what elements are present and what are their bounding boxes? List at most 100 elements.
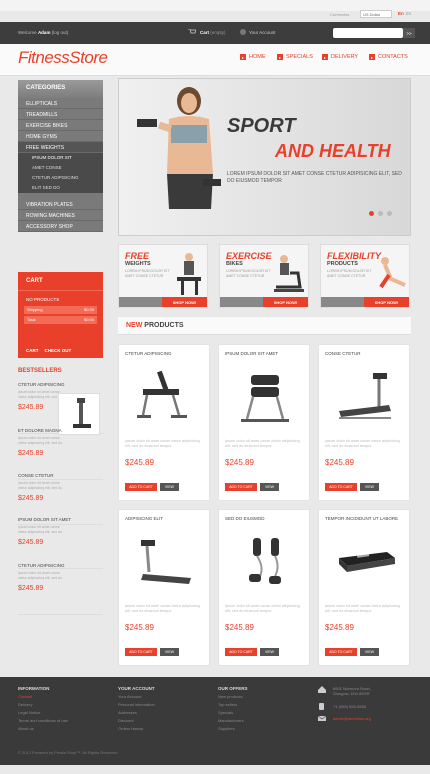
user-icon <box>240 29 246 35</box>
promo-free-weights[interactable]: FREE WEIGHTS LOREM IPSUM DOLOR SIT AMET … <box>118 244 208 308</box>
product-card[interactable]: SED DO EIUSMOD Ipsum dolor sit amet cons… <box>218 509 310 666</box>
shop-now-button[interactable]: SHOP NOW! <box>364 297 409 307</box>
product-price: $245.89 <box>125 458 154 467</box>
category-item[interactable]: VIBRATION PLATES <box>18 199 103 210</box>
add-to-cart-button[interactable]: ADD TO CART <box>125 483 157 491</box>
hero-banner[interactable]: SPORT AND HEALTH LOREM IPSUM DOLOR SIT A… <box>118 78 411 236</box>
product-name[interactable]: TEMPOR INCIDIDUNT UT LABORE <box>325 516 398 521</box>
promo-flexibility[interactable]: FLEXIBILITY PRODUCTS LOREM IPSUM DOLOR S… <box>320 244 410 308</box>
footer-link[interactable]: About us <box>18 726 68 731</box>
product-image-hand-grips[interactable] <box>229 528 301 593</box>
product-card[interactable]: IPSUM DOLOR SIT AMET Ipsum dolor sit ame… <box>218 344 310 501</box>
menu-contacts[interactable]: ▸ CONTACTS <box>369 52 408 62</box>
footer-link[interactable]: Discount <box>118 718 155 723</box>
footer-link[interactable]: Manufacturers <box>218 718 248 723</box>
product-card[interactable]: TEMPOR INCIDIDUNT UT LABORE Ipsum dolor … <box>318 509 410 666</box>
arrow-icon: ▸ <box>322 54 328 60</box>
shop-now-button[interactable]: SHOP NOW! <box>263 297 308 307</box>
pager-dot[interactable] <box>378 211 383 216</box>
promo-image <box>379 257 406 289</box>
hero-text: LOREM IPSUM DOLOR SIT AMET CONSE CTETUR … <box>227 171 402 184</box>
footer-link[interactable]: Legal Notice <box>18 710 68 715</box>
currency-select[interactable]: US Dollar <box>360 10 392 18</box>
subcategory-item[interactable]: AMET CONSE <box>18 163 103 173</box>
your-account-link[interactable]: Your Account <box>249 30 275 35</box>
menu-specials[interactable]: ▸ SPECIALS <box>277 52 313 62</box>
subcategory-list: IPSUM DOLOR SIT AMET CONSE CTETUR ADIPIS… <box>18 153 103 193</box>
cart-box: CART NO PRODUCTS Shipping $0.00 Total $0.0… <box>18 272 103 358</box>
header-cart[interactable]: Cart (empty) <box>200 30 226 35</box>
footer-link[interactable]: Addresses <box>118 710 155 715</box>
category-item[interactable]: HOME GYMS <box>18 131 103 142</box>
subcategory-item[interactable]: CTETUR ADIPISICING <box>18 173 103 183</box>
add-to-cart-button[interactable]: ADD TO CART <box>225 483 257 491</box>
product-card[interactable]: CTETUR ADIPISICING Ipsum dolor sit amet … <box>118 344 210 501</box>
logo[interactable]: FitnessStore <box>18 48 108 68</box>
product-image-dumbbell-rack[interactable] <box>229 363 301 428</box>
view-button[interactable]: VIEW <box>360 648 379 656</box>
add-to-cart-button[interactable]: ADD TO CART <box>225 648 257 656</box>
category-item[interactable]: EXERCISE BIKES <box>18 120 103 131</box>
footer-phone: +1 (555) 555-5555 <box>333 704 367 709</box>
search-input[interactable] <box>333 28 403 38</box>
product-name[interactable]: SED DO EIUSMOD <box>225 516 265 521</box>
hero-athlete-image <box>137 87 221 209</box>
bestseller-item[interactable]: IPSUM DOLOR SIT AMET Ipsum dolor sit ame… <box>18 517 103 569</box>
view-button[interactable]: VIEW <box>260 483 279 491</box>
footer-account-column: YOUR ACCOUNT Your Account Personal infor… <box>118 686 155 731</box>
footer-link[interactable]: Specials <box>218 710 248 715</box>
view-button[interactable]: VIEW <box>260 648 279 656</box>
product-card[interactable]: CONSE CTETUR Ipsum dolor sit amet conse … <box>318 344 410 501</box>
bestseller-item[interactable]: CTETUR ADIPISICING Ipsum dolor sit amet … <box>18 563 103 615</box>
product-name[interactable]: CONSE CTETUR <box>325 351 361 356</box>
category-item[interactable]: ROWING MACHINES <box>18 210 103 221</box>
view-button[interactable]: VIEW <box>160 483 179 491</box>
promo-exercise-bikes[interactable]: EXERCISE BIKES LOREM IPSUM DOLOR SIT AME… <box>219 244 309 308</box>
currency-label: Currencies <box>330 12 350 17</box>
hero-pager[interactable] <box>369 211 392 216</box>
footer-link[interactable]: Suppliers <box>218 726 248 731</box>
subcategory-item[interactable]: ELIT SED DO <box>18 183 103 193</box>
footer-link[interactable]: Contact <box>18 694 68 699</box>
view-button[interactable]: VIEW <box>160 648 179 656</box>
footer-link[interactable]: Your Account <box>118 694 155 699</box>
category-item[interactable]: TREADMILLS <box>18 109 103 120</box>
category-item[interactable]: ELLIPTICALS <box>18 98 103 109</box>
add-to-cart-button[interactable]: ADD TO CART <box>325 483 357 491</box>
shop-now-button[interactable]: SHOP NOW! <box>162 297 207 307</box>
product-name[interactable]: IPSUM DOLOR SIT AMET <box>225 351 278 356</box>
footer-link[interactable]: Orders history <box>118 726 155 731</box>
lang-en[interactable]: En <box>398 11 404 16</box>
cart-icon[interactable] <box>188 28 197 35</box>
footer-link[interactable]: Terms and conditions of use <box>18 718 68 723</box>
add-to-cart-button[interactable]: ADD TO CART <box>325 648 357 656</box>
footer-link[interactable]: Personal information <box>118 702 155 707</box>
product-image-treadmill[interactable] <box>129 528 201 593</box>
product-name[interactable]: CTETUR ADIPISICING <box>125 351 172 356</box>
product-image-bench[interactable] <box>129 363 201 428</box>
product-name[interactable]: ADIPISICING ELIT <box>125 516 163 521</box>
footer-link[interactable]: Top sellers <box>218 702 248 707</box>
checkout-link[interactable]: CHECK OUT <box>45 348 72 353</box>
pager-dot-active[interactable] <box>369 211 374 216</box>
product-card[interactable]: ADIPISICING ELIT Ipsum dolor sit amet co… <box>118 509 210 666</box>
footer-email[interactable]: admin@demolink.org <box>333 716 371 721</box>
bottom-strip <box>0 765 430 774</box>
logout-link[interactable]: (log out) <box>52 30 69 35</box>
cart-link[interactable]: CART <box>26 348 39 353</box>
subcategory-item[interactable]: IPSUM DOLOR SIT <box>18 153 103 163</box>
pager-dot[interactable] <box>387 211 392 216</box>
category-item-free-weights[interactable]: FREE WEIGHTS <box>18 142 103 153</box>
search-button[interactable]: >> <box>403 28 415 38</box>
footer-link[interactable]: New products <box>218 694 248 699</box>
menu-delivery[interactable]: ▸ DELIVERY <box>322 52 358 62</box>
product-image-treadmill[interactable] <box>329 363 401 428</box>
add-to-cart-button[interactable]: ADD TO CART <box>125 648 157 656</box>
menu-home[interactable]: ▸ HOME <box>240 52 266 62</box>
view-button[interactable]: VIEW <box>360 483 379 491</box>
footer-link[interactable]: Delivery <box>18 702 68 707</box>
category-item[interactable]: ACCESSORY SHOP <box>18 221 103 232</box>
lang-es[interactable]: Es <box>406 11 411 16</box>
product-price: $245.89 <box>225 623 254 632</box>
product-image-step-platform[interactable] <box>329 528 401 593</box>
